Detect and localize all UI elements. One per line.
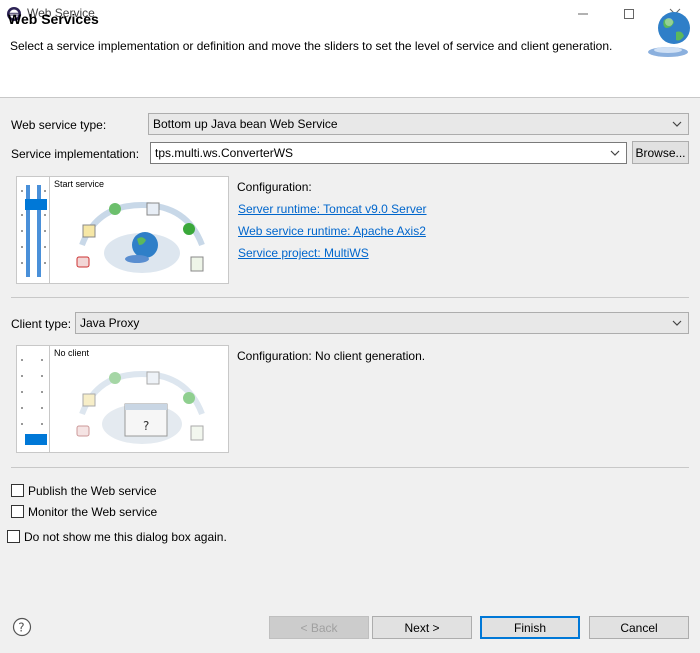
client-level-slider[interactable] xyxy=(17,346,50,452)
maximize-icon xyxy=(624,9,634,19)
dont-show-checkbox[interactable] xyxy=(7,530,20,543)
chevron-down-icon xyxy=(672,121,682,127)
ws-runtime-link[interactable]: Web service runtime: Apache Axis2 xyxy=(238,224,426,238)
client-type-value: Java Proxy xyxy=(80,316,140,330)
service-type-label: Web service type: xyxy=(11,118,107,132)
separator xyxy=(11,297,689,298)
client-lifecycle-illustration: ? xyxy=(76,370,205,444)
service-project-link[interactable]: Service project: MultiWS xyxy=(238,246,369,260)
service-slider-caption: Start service xyxy=(54,179,105,189)
client-config-text: Configuration: No client generation. xyxy=(237,349,426,363)
client-type-select[interactable]: Java Proxy xyxy=(75,312,689,334)
page-title: Web Services xyxy=(8,11,99,27)
slider-thumb xyxy=(25,199,47,210)
slider-ticks xyxy=(21,185,47,277)
finish-button[interactable]: Finish xyxy=(480,616,580,639)
service-config-heading: Configuration: xyxy=(237,180,312,194)
publish-label: Publish the Web service xyxy=(28,484,157,498)
publish-checkbox[interactable] xyxy=(11,484,24,497)
web-service-globe-icon xyxy=(648,12,690,57)
chevron-down-icon xyxy=(610,150,620,156)
minimize-button[interactable] xyxy=(560,0,606,28)
service-impl-label: Service implementation: xyxy=(11,147,140,161)
slider-thumb xyxy=(25,434,47,445)
dont-show-label: Do not show me this dialog box again. xyxy=(24,530,227,544)
client-type-label: Client type: xyxy=(11,317,72,331)
chevron-down-icon xyxy=(672,320,682,326)
slider-ticks xyxy=(21,359,47,445)
browse-button[interactable]: Browse... xyxy=(632,141,689,164)
back-button[interactable]: < Back xyxy=(269,616,369,639)
monitor-checkbox[interactable] xyxy=(11,505,24,518)
service-impl-input[interactable]: tps.multi.ws.ConverterWS xyxy=(150,142,627,164)
svg-text:?: ? xyxy=(143,419,149,433)
client-slider-caption: No client xyxy=(54,348,90,358)
service-slider-panel: Start service xyxy=(16,176,229,284)
svg-text:?: ? xyxy=(18,621,24,635)
minimize-icon xyxy=(578,13,588,15)
service-impl-value: tps.multi.ws.ConverterWS xyxy=(155,146,294,160)
next-button[interactable]: Next > xyxy=(372,616,472,639)
service-level-slider[interactable] xyxy=(17,177,50,283)
service-type-select[interactable]: Bottom up Java bean Web Service xyxy=(148,113,689,135)
service-lifecycle-illustration xyxy=(76,201,205,273)
service-type-value: Bottom up Java bean Web Service xyxy=(153,117,338,131)
client-slider-panel: No client ? xyxy=(16,345,229,453)
server-runtime-link[interactable]: Server runtime: Tomcat v9.0 Server xyxy=(238,202,427,216)
cancel-button[interactable]: Cancel xyxy=(589,616,689,639)
monitor-label: Monitor the Web service xyxy=(28,505,158,519)
page-description: Select a service implementation or defin… xyxy=(10,39,613,53)
help-icon[interactable]: ? xyxy=(12,617,32,637)
separator xyxy=(11,467,689,468)
